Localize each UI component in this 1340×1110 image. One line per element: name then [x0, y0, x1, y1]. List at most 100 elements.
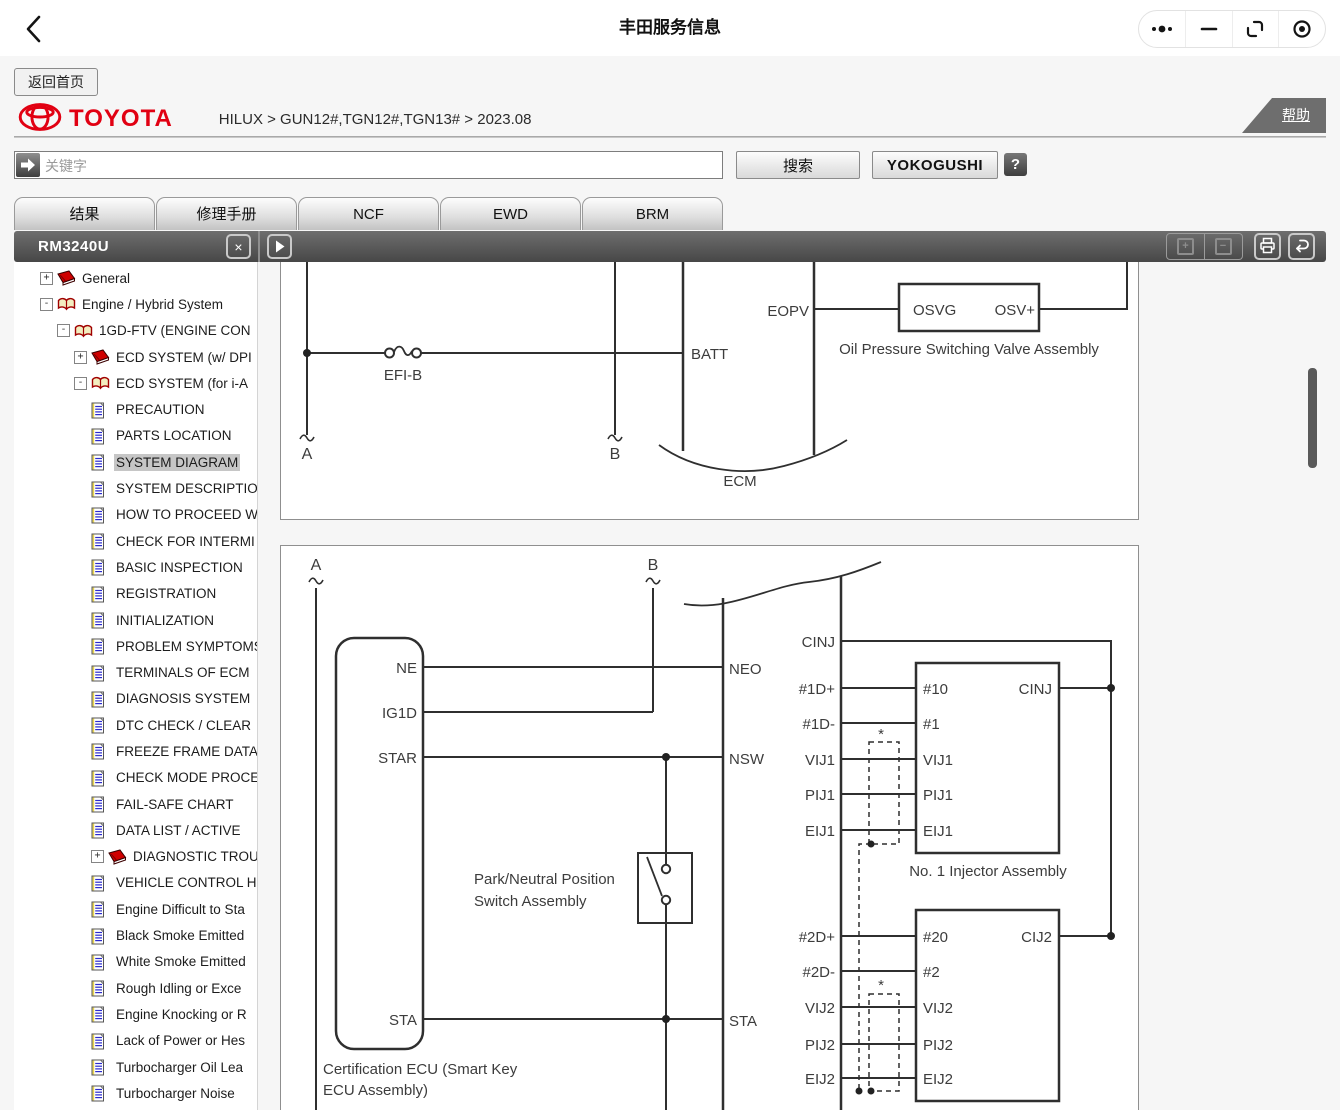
vertical-scrollbar-thumb[interactable]	[1308, 368, 1317, 468]
tab-repair-manual[interactable]: 修理手册	[156, 197, 297, 230]
expander-icon[interactable]: +	[74, 351, 87, 364]
search-button[interactable]: 搜索	[736, 151, 860, 179]
tree-item[interactable]: Engine Difficult to Sta	[14, 896, 257, 922]
expander-icon[interactable]: +	[40, 272, 53, 285]
tree-item-label: White Smoke Emitted	[114, 953, 248, 970]
header-divider	[14, 136, 1326, 138]
tree-item[interactable]: Rough Idling or Exce	[14, 975, 257, 1001]
expander-icon[interactable]: -	[74, 377, 87, 390]
tree-item-label: General	[80, 270, 132, 287]
cert-caption-2: ECU Assembly)	[323, 1082, 428, 1099]
tree-item[interactable]: +	[14, 844, 257, 870]
ecm-pin-vij2: VIJ2	[805, 1000, 835, 1017]
tree-item-label: SYSTEM DESCRIPTIO	[114, 480, 257, 497]
tree-item[interactable]: -	[14, 370, 257, 396]
tree-item[interactable]: CHECK FOR INTERMI	[14, 528, 257, 554]
node-icon	[91, 691, 109, 707]
return-home-button[interactable]: 返回首页	[14, 68, 98, 96]
tree-item[interactable]: SYSTEM DIAGRAM	[14, 449, 257, 475]
breadcrumb: HILUX > GUN12#,TGN12#,TGN13# > 2023.08	[219, 111, 532, 128]
tab-ncf[interactable]: NCF	[298, 197, 439, 230]
tree-item[interactable]: DTC CHECK / CLEAR	[14, 712, 257, 738]
tree-item-label: REGISTRATION	[114, 585, 218, 602]
tab-brm[interactable]: BRM	[582, 197, 723, 230]
system-diagram-lower: A B NE IG1D STAR STA Certification ECU (…	[281, 546, 1138, 1110]
tree-item[interactable]: INITIALIZATION	[14, 607, 257, 633]
node-icon	[91, 1006, 109, 1022]
tree-item[interactable]: +	[14, 265, 257, 291]
tree-item[interactable]: Lack of Power or Hes	[14, 1028, 257, 1054]
zoom-out-button[interactable]: −	[1204, 233, 1243, 260]
ecm-pin-eij1: EIJ1	[805, 823, 835, 840]
break-b	[608, 435, 622, 441]
node-icon	[91, 507, 109, 523]
system-diagram-upper: A B EFI-B BATT EOPV OSVG OSV+ Oil Pressu…	[281, 262, 1138, 519]
node-icon	[91, 796, 109, 812]
tree-item[interactable]: Black Smoke Emitted	[14, 922, 257, 948]
ecm-pin-2dm: #2D-	[802, 964, 835, 981]
shield-asterisk: *	[878, 726, 884, 743]
print-button[interactable]	[1254, 233, 1281, 260]
tree-item[interactable]: White Smoke Emitted	[14, 949, 257, 975]
yokogushi-button[interactable]: YOKOGUSHI	[872, 151, 998, 179]
keyword-input[interactable]	[43, 153, 717, 179]
expander-icon[interactable]: -	[57, 324, 70, 337]
inj2-pin-vij2: VIJ2	[923, 1000, 953, 1017]
tree-item[interactable]: PROBLEM SYMPTOMS	[14, 633, 257, 659]
break-a	[309, 578, 323, 584]
tree-item[interactable]: FREEZE FRAME DATA	[14, 738, 257, 764]
tree-item[interactable]: FAIL-SAFE CHART	[14, 791, 257, 817]
node-icon	[91, 954, 109, 970]
node-icon	[57, 270, 75, 286]
tree-item-label: CHECK MODE PROCE	[114, 769, 257, 786]
go-arrow-icon[interactable]	[16, 153, 40, 177]
switch-contact	[662, 896, 670, 904]
record-icon[interactable]	[1278, 11, 1325, 47]
marker-a-label: A	[302, 446, 313, 463]
tree-item[interactable]: DATA LIST / ACTIVE	[14, 817, 257, 843]
search-help-icon[interactable]: ?	[1004, 153, 1027, 176]
tree-item[interactable]: SYSTEM DESCRIPTIO	[14, 475, 257, 501]
tree-item[interactable]: PARTS LOCATION	[14, 423, 257, 449]
collapse-sidebar-button[interactable]	[267, 234, 292, 259]
valve-caption: Oil Pressure Switching Valve Assembly	[839, 341, 1099, 358]
junction-dot	[662, 1015, 670, 1023]
tab-results[interactable]: 结果	[14, 197, 155, 230]
cert-ecu-box	[336, 638, 423, 1049]
return-button[interactable]	[1288, 233, 1315, 260]
tree-item[interactable]: Turbocharger Noise	[14, 1080, 257, 1106]
tree-item[interactable]: +	[14, 344, 257, 370]
tree-item[interactable]: TERMINALS OF ECM	[14, 659, 257, 685]
tree-item[interactable]: PRECAUTION	[14, 396, 257, 422]
node-icon	[91, 454, 109, 470]
diagram-sheet-2: A B NE IG1D STAR STA Certification ECU (…	[280, 545, 1139, 1110]
node-icon	[91, 1085, 109, 1101]
tree-item[interactable]: Turbocharger Oil Lea	[14, 1054, 257, 1080]
expander-icon[interactable]: +	[91, 850, 104, 863]
expander-icon[interactable]: -	[40, 298, 53, 311]
tree-item[interactable]: -	[14, 318, 257, 344]
pin-eopv: EOPV	[767, 303, 809, 320]
ecm-torn-edge	[659, 440, 847, 471]
node-icon	[91, 428, 109, 444]
tree-item[interactable]: -	[14, 291, 257, 317]
keyword-search-box	[14, 151, 723, 179]
minimize-icon[interactable]	[1185, 11, 1232, 47]
zoom-in-button[interactable]: +	[1166, 233, 1205, 260]
help-tab[interactable]: 帮助	[1242, 98, 1326, 133]
more-icon[interactable]	[1139, 11, 1185, 47]
wire-osv	[1039, 262, 1127, 309]
tree-item[interactable]: DIAGNOSIS SYSTEM	[14, 686, 257, 712]
tree-item[interactable]: VEHICLE CONTROL H	[14, 870, 257, 896]
tree-item[interactable]: HOW TO PROCEED W	[14, 502, 257, 528]
tab-bar: 结果 修理手册 NCF EWD BRM	[14, 197, 724, 231]
close-document-button[interactable]: ×	[226, 234, 251, 259]
tree-item[interactable]: BASIC INSPECTION	[14, 554, 257, 580]
tree-item[interactable]: REGISTRATION	[14, 581, 257, 607]
ecm-pin-pij1: PIJ1	[805, 787, 835, 804]
tree-item[interactable]: Engine Knocking or R	[14, 1001, 257, 1027]
tree-item[interactable]: CHECK MODE PROCE	[14, 765, 257, 791]
zoom-out-icon: −	[1215, 238, 1232, 255]
tab-ewd[interactable]: EWD	[440, 197, 581, 230]
float-window-icon[interactable]	[1232, 11, 1279, 47]
